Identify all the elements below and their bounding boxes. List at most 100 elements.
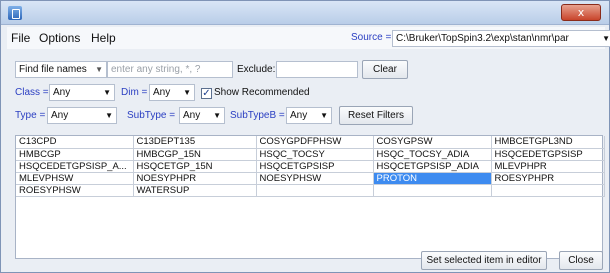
- show-recommended-checkbox[interactable]: ✓: [201, 88, 212, 99]
- source-label: Source =: [351, 32, 392, 43]
- grid-cell[interactable]: ROESYPHPR: [491, 172, 605, 185]
- grid-cell: [133, 196, 256, 208]
- table-row: HMBCGP HMBCGP_15N HSQC_TOCSY HSQC_TOCSY_ADI…: [16, 148, 605, 161]
- file-table: C13CPD C13DEPT135 COSYGPDFPHSW COSYGPSW HMBC…: [16, 136, 605, 244]
- grid-cell: [256, 232, 373, 244]
- dim-select[interactable]: Any ▼: [149, 84, 195, 101]
- chevron-down-icon: ▼: [105, 111, 113, 120]
- grid-cell[interactable]: COSYGPSW: [373, 136, 492, 149]
- window-close-button[interactable]: x: [561, 4, 601, 21]
- file-grid: C13CPD C13DEPT135 COSYGPDFPHSW COSYGPSW HMBC…: [15, 135, 605, 259]
- class-label: Class =: [15, 87, 49, 98]
- chevron-down-icon: ▼: [213, 111, 221, 120]
- grid-cell[interactable]: NOESYPHPR: [133, 172, 257, 185]
- dim-value: Any: [153, 87, 171, 98]
- table-row: ROESYPHSW WATERSUP: [16, 184, 605, 197]
- grid-cell[interactable]: HMBCETGPL3ND: [491, 136, 605, 149]
- show-recommended-label: Show Recommended: [214, 87, 310, 98]
- subtype-label: SubType =: [127, 110, 176, 121]
- window: x File Options Help Source = C:\Bruker\T…: [0, 0, 610, 273]
- grid-cell: [373, 184, 492, 197]
- table-row: MLEVPHSW NOESYPHPR NOESYPHSW PROTON ROESYPHP…: [16, 172, 605, 185]
- chevron-down-icon: ▼: [320, 111, 328, 120]
- menu-help[interactable]: Help: [91, 31, 116, 45]
- grid-cell: [491, 184, 605, 197]
- subtypeb-value: Any: [290, 110, 308, 121]
- reset-filters-button[interactable]: Reset Filters: [339, 106, 413, 125]
- subtypeb-select[interactable]: Any ▼: [286, 107, 332, 124]
- grid-cell: [491, 232, 604, 244]
- app-icon: [8, 6, 22, 20]
- grid-cell[interactable]: HSQCETGP_15N: [133, 160, 257, 173]
- grid-cell[interactable]: WATERSUP: [133, 184, 257, 197]
- grid-cell[interactable]: HSQCETGPSISP: [256, 160, 374, 173]
- grid-cell: [373, 220, 491, 232]
- grid-cell: [133, 208, 256, 220]
- clear-button[interactable]: Clear: [362, 60, 408, 79]
- dim-label: Dim =: [121, 87, 148, 98]
- grid-cell[interactable]: MLEVPHPR: [491, 160, 605, 173]
- grid-cell[interactable]: HSQCEDETGPSISP: [491, 148, 605, 161]
- grid-cell[interactable]: HSQC_TOCSY_ADIA: [373, 148, 492, 161]
- table-row: [16, 208, 604, 220]
- find-mode-select[interactable]: Find file names ▼: [15, 61, 107, 78]
- grid-cell: [373, 232, 491, 244]
- find-input[interactable]: [107, 61, 233, 78]
- menu-file[interactable]: File: [11, 31, 30, 45]
- source-value: C:\Bruker\TopSpin3.2\exp\stan\nmr\par: [396, 33, 569, 44]
- type-value: Any: [51, 110, 69, 121]
- type-label: Type =: [15, 110, 46, 121]
- grid-cell[interactable]: HMBCGP_15N: [133, 148, 257, 161]
- grid-cell[interactable]: C13CPD: [16, 136, 134, 149]
- grid-cell[interactable]: C13DEPT135: [133, 136, 257, 149]
- chevron-down-icon: ▼: [602, 34, 610, 43]
- grid-cell: [133, 232, 256, 244]
- set-in-editor-button[interactable]: Set selected item in editor: [421, 251, 547, 270]
- subtype-select[interactable]: Any ▼: [179, 107, 225, 124]
- chevron-down-icon: ▼: [95, 65, 103, 74]
- grid-cell[interactable]: COSYGPDFPHSW: [256, 136, 374, 149]
- subtype-value: Any: [183, 110, 201, 121]
- grid-cell: [256, 196, 373, 208]
- exclude-input[interactable]: [276, 61, 358, 78]
- grid-cell: [373, 196, 491, 208]
- grid-cell: [16, 232, 133, 244]
- table-row: HSQCEDETGPSISP_A... HSQCETGP_15N HSQCETGPS…: [16, 160, 605, 173]
- grid-cell: [256, 220, 373, 232]
- title-bar: x: [1, 1, 609, 25]
- chevron-down-icon: ▼: [183, 88, 191, 97]
- menu-bar: File Options Help Source = C:\Bruker\Top…: [7, 27, 610, 49]
- chevron-down-icon: ▼: [103, 88, 111, 97]
- close-button[interactable]: Close: [559, 251, 603, 270]
- grid-cell: [373, 208, 491, 220]
- class-select[interactable]: Any ▼: [49, 84, 115, 101]
- grid-cell: [491, 208, 604, 220]
- table-row: C13CPD C13DEPT135 COSYGPDFPHSW COSYGPSW HMBC…: [16, 136, 605, 149]
- table-row: [16, 196, 604, 208]
- grid-cell[interactable]: MLEVPHSW: [16, 172, 134, 185]
- grid-cell[interactable]: ROESYPHSW: [16, 184, 134, 197]
- grid-cell[interactable]: HSQCEDETGPSISP_A...: [16, 160, 134, 173]
- grid-cell: [256, 208, 373, 220]
- grid-cell: [16, 220, 133, 232]
- file-table-body: C13CPD C13DEPT135 COSYGPDFPHSW COSYGPSW HMBC…: [16, 136, 605, 244]
- subtypeb-label: SubTypeB =: [230, 110, 285, 121]
- find-mode-value: Find file names: [19, 64, 87, 75]
- source-select[interactable]: C:\Bruker\TopSpin3.2\exp\stan\nmr\par ▼: [392, 30, 610, 47]
- grid-cell[interactable]: HSQCETGPSISP_ADIA: [373, 160, 492, 173]
- exclude-label: Exclude:: [237, 64, 276, 75]
- grid-cell[interactable]: NOESYPHSW: [256, 172, 374, 185]
- grid-cell[interactable]: HSQC_TOCSY: [256, 148, 374, 161]
- class-value: Any: [53, 87, 71, 98]
- grid-cell[interactable]: PROTON: [373, 172, 492, 185]
- grid-cell: [491, 196, 604, 208]
- grid-cell[interactable]: HMBCGP: [16, 148, 134, 161]
- type-select[interactable]: Any ▼: [47, 107, 117, 124]
- grid-cell: [256, 184, 374, 197]
- grid-cell: [133, 220, 256, 232]
- grid-cell: [16, 208, 133, 220]
- table-row: [16, 232, 604, 244]
- grid-cell: [491, 220, 604, 232]
- grid-cell: [16, 196, 133, 208]
- menu-options[interactable]: Options: [39, 31, 80, 45]
